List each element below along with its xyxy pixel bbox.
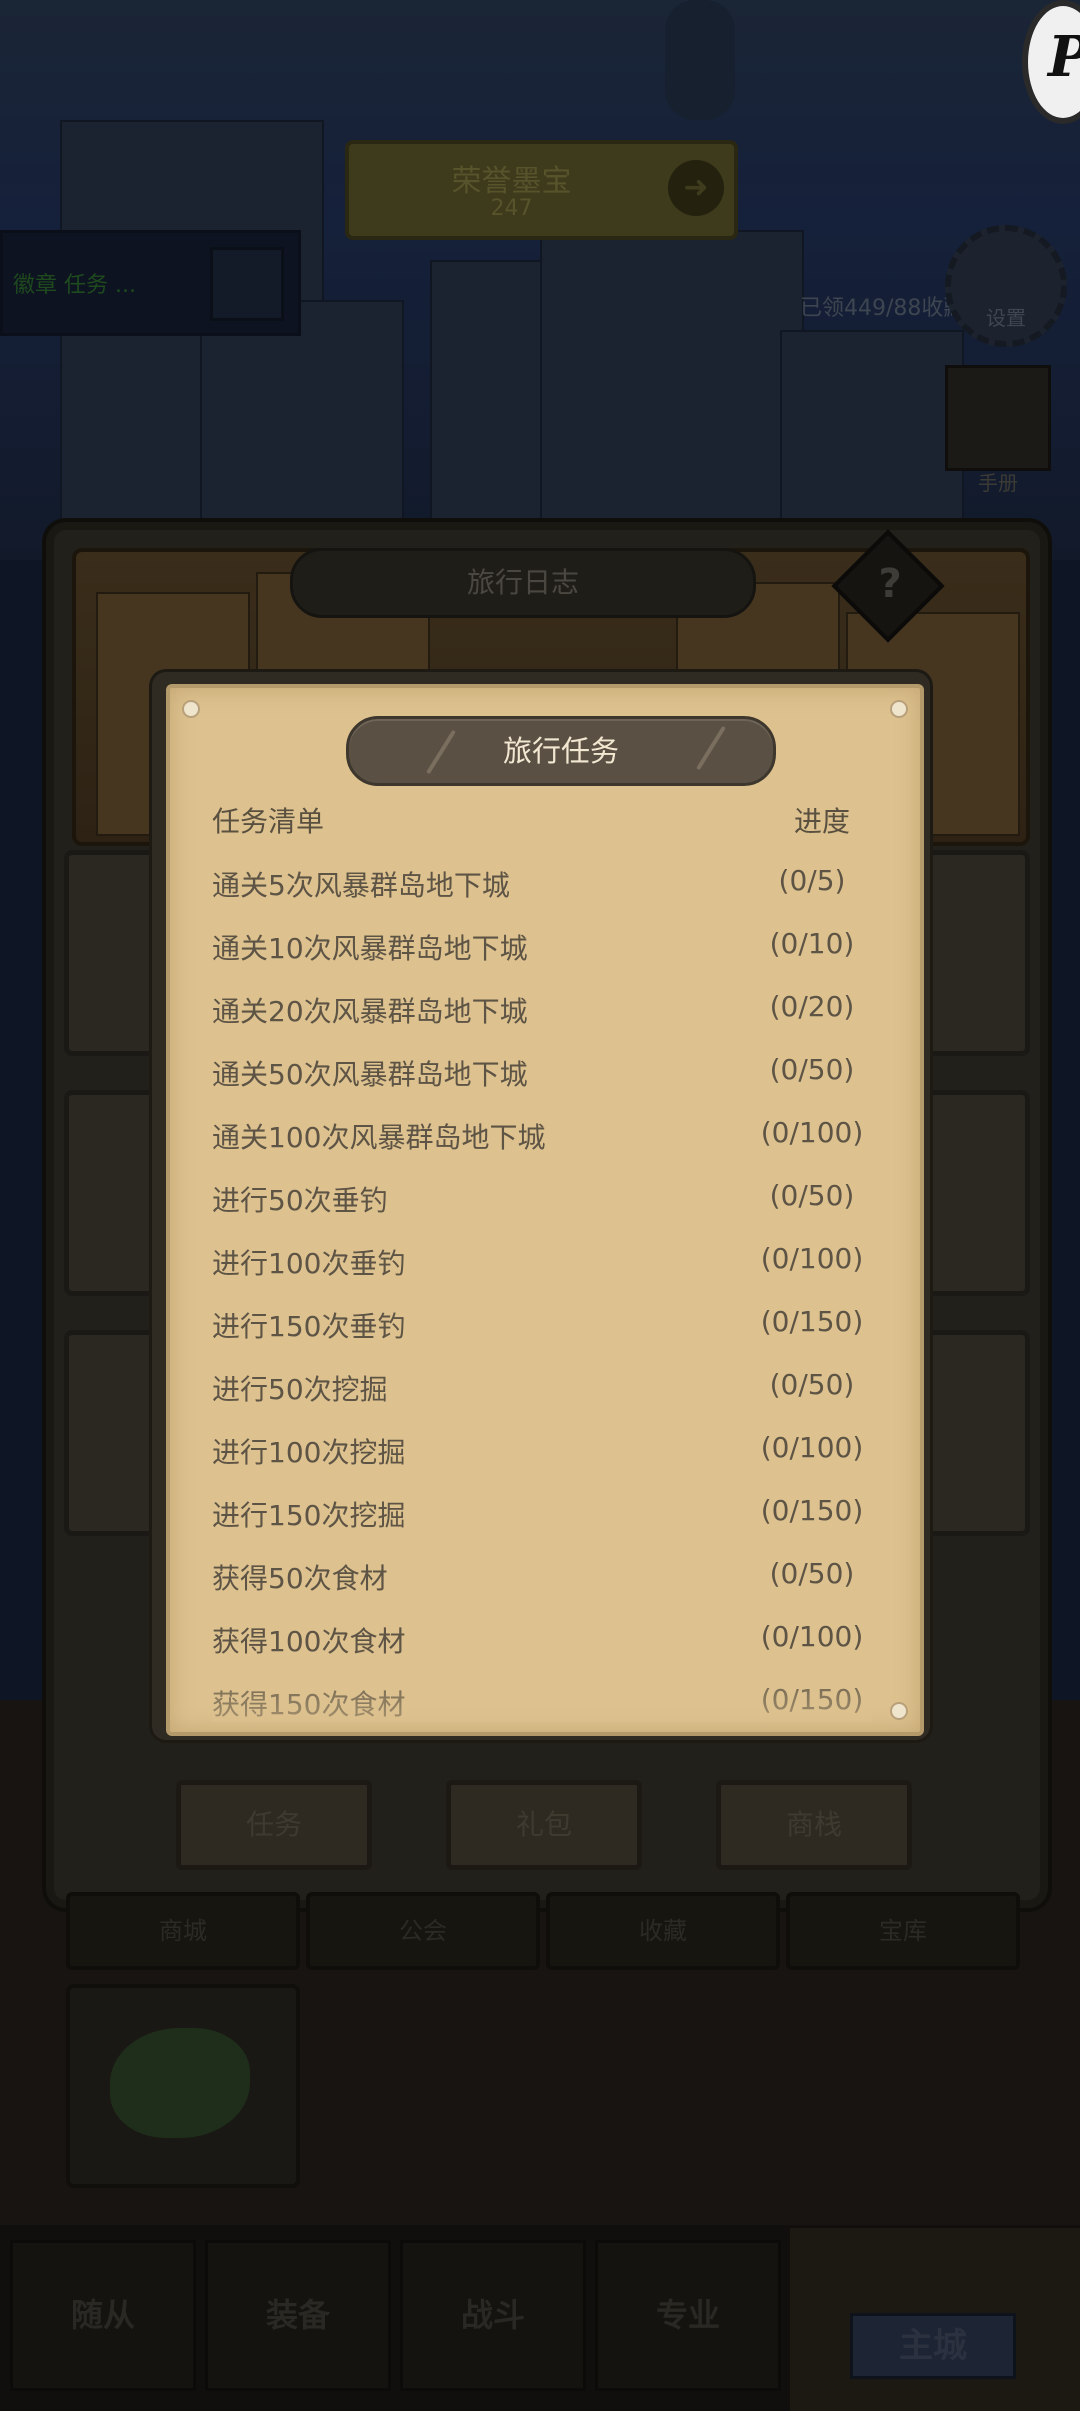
header-progress: 进度: [793, 805, 850, 838]
task-name: 进行50次挖掘: [212, 1373, 388, 1406]
question-icon: ?: [878, 560, 902, 607]
nav-followers[interactable]: 随从: [10, 2240, 196, 2391]
task-row: 进行100次挖掘 (0/100): [212, 1421, 872, 1481]
task-progress: (0/50): [769, 1053, 855, 1086]
nav-equipment[interactable]: 装备: [205, 2240, 391, 2391]
task-name: 进行100次挖掘: [212, 1436, 406, 1469]
task-progress: (0/5): [778, 864, 846, 897]
journal-tab-gifts[interactable]: 礼包: [446, 1780, 642, 1870]
task-progress: (0/10): [769, 927, 855, 960]
dialog-title-banner: 旅行任务: [346, 716, 776, 786]
task-row: 进行150次挖掘 (0/150): [212, 1484, 872, 1544]
tower: [430, 260, 544, 564]
task-row: 通关100次风暴群岛地下城 (0/100): [212, 1106, 872, 1166]
journal-title: 旅行日志: [290, 548, 756, 618]
journal-card: [924, 850, 1030, 1056]
task-row: 进行150次垂钓 (0/150): [212, 1295, 872, 1355]
nav-battle[interactable]: 战斗: [400, 2240, 586, 2391]
nav-main-city[interactable]: 主城: [790, 2228, 1080, 2411]
task-row: 通关5次风暴群岛地下城 (0/5): [212, 854, 872, 914]
task-name: 获得50次食材: [212, 1562, 388, 1595]
tab-mall[interactable]: 商城: [66, 1892, 300, 1970]
header-task-list: 任务清单: [212, 805, 325, 838]
tab-collection[interactable]: 收藏: [546, 1892, 780, 1970]
nail-decoration: [890, 1702, 908, 1720]
task-progress: (0/50): [769, 1368, 855, 1401]
task-name: 通关100次风暴群岛地下城: [212, 1121, 546, 1154]
task-row: 通关50次风暴群岛地下城 (0/50): [212, 1043, 872, 1103]
task-name: 进行150次挖掘: [212, 1499, 406, 1532]
task-name: 进行100次垂钓: [212, 1247, 406, 1280]
task-name: 获得100次食材: [212, 1625, 406, 1658]
settings-button[interactable]: 设置: [945, 225, 1067, 347]
task-progress: (0/50): [769, 1557, 855, 1590]
collection-info: 已领449/88收藏: [800, 296, 966, 321]
journal-tab-tasks[interactable]: 任务: [176, 1780, 372, 1870]
task-name: 通关50次风暴群岛地下城: [212, 1058, 528, 1091]
task-name: 通关20次风暴群岛地下城: [212, 995, 528, 1028]
nail-decoration: [890, 700, 908, 718]
travel-tasks-dialog: 旅行任务 任务清单 进度 通关5次风暴群岛地下城 (0/5) 通关10次风暴群岛地下…: [152, 672, 930, 1740]
task-progress: (0/100): [760, 1431, 864, 1464]
task-row: 通关10次风暴群岛地下城 (0/10): [212, 917, 872, 977]
task-row: 进行100次垂钓 (0/100): [212, 1232, 872, 1292]
task-progress: (0/50): [769, 1179, 855, 1212]
journal-tab-shop[interactable]: 商栈: [716, 1780, 912, 1870]
journal-card: [924, 1330, 1030, 1536]
task-name: 通关5次风暴群岛地下城: [212, 869, 510, 902]
task-row: 获得50次食材 (0/50): [212, 1547, 872, 1607]
tab-guild[interactable]: 公会: [306, 1892, 540, 1970]
quest-tracker[interactable]: 徽章 任务 ...: [0, 230, 301, 336]
task-row: 通关20次风暴群岛地下城 (0/20): [212, 980, 872, 1040]
quest-tracker-text: 徽章 任务 ...: [13, 273, 136, 298]
journal-card: [924, 1090, 1030, 1296]
task-progress: (0/100): [760, 1242, 864, 1275]
task-row: 获得100次食材 (0/100): [212, 1610, 872, 1670]
handbook-label: 手册: [978, 471, 1018, 495]
task-progress: (0/150): [760, 1494, 864, 1527]
dialog-paper: 旅行任务 任务清单 进度 通关5次风暴群岛地下城 (0/5) 通关10次风暴群岛地下…: [166, 684, 924, 1736]
event-banner-button[interactable]: 荣誉墨宝 247 ➜: [345, 140, 738, 240]
settings-label: 设置: [986, 306, 1026, 330]
task-row: 进行50次挖掘 (0/50): [212, 1358, 872, 1418]
task-list[interactable]: 通关5次风暴群岛地下城 (0/5) 通关10次风暴群岛地下城 (0/10) 通关20次风…: [212, 854, 872, 1722]
nav-main-city-label: 主城: [850, 2313, 1016, 2379]
nail-decoration: [182, 700, 200, 718]
dragon-icon: [110, 2028, 250, 2138]
lamp: [665, 0, 735, 120]
task-progress: (0/20): [769, 990, 855, 1023]
task-progress: (0/150): [760, 1305, 864, 1338]
event-banner-count: 247: [490, 196, 533, 221]
handbook-button[interactable]: 手册: [945, 365, 1051, 495]
quest-tracker-icon: [210, 247, 284, 321]
tab-treasury[interactable]: 宝库: [786, 1892, 1020, 1970]
task-name: 进行50次垂钓: [212, 1184, 388, 1217]
task-progress: (0/100): [760, 1620, 864, 1653]
task-progress: (0/100): [760, 1116, 864, 1149]
arrow-right-icon: ➜: [668, 160, 724, 216]
pet-card[interactable]: [66, 1984, 300, 2188]
task-row: 进行50次垂钓 (0/50): [212, 1169, 872, 1229]
task-name: 进行150次垂钓: [212, 1310, 406, 1343]
task-list-header: 任务清单 进度: [212, 800, 872, 840]
task-name: 通关10次风暴群岛地下城: [212, 932, 528, 965]
building: [540, 230, 804, 564]
event-banner-title: 荣誉墨宝: [451, 164, 572, 199]
nav-profession[interactable]: 专业: [595, 2240, 781, 2391]
